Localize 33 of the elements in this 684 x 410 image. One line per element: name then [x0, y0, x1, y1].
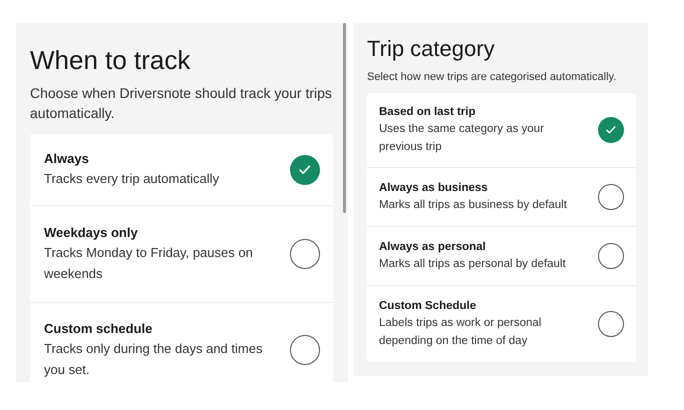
option-label: Weekdays only	[44, 224, 139, 242]
option-row[interactable]: Always as personal Marks all trips as personal by default	[367, 227, 636, 286]
option-description: Uses the same category as your previous trip	[379, 122, 545, 155]
section-title: Trip category	[367, 35, 496, 63]
radio-button[interactable]	[598, 243, 624, 269]
option-description: Tracks Monday to Friday, pauses on weekends	[44, 244, 254, 283]
option-label: Always as business	[379, 181, 489, 196]
option-label: Custom Schedule	[379, 299, 478, 314]
radio-checked-icon[interactable]	[290, 154, 320, 184]
option-description: Marks all trips as business by default	[379, 198, 568, 213]
section-description: Choose when Driversnote should track your trips automatically.	[30, 84, 333, 123]
scrollbar-thumb[interactable]	[343, 23, 346, 213]
option-description: Marks all trips as personal by default	[379, 257, 567, 272]
option-label: Custom schedule	[44, 320, 154, 338]
option-label: Always	[44, 150, 90, 168]
radio-button[interactable]	[290, 239, 320, 269]
radio-button[interactable]	[290, 335, 320, 365]
radio-checked-icon[interactable]	[598, 117, 624, 143]
option-description: Tracks every trip automatically	[44, 170, 220, 188]
option-row[interactable]: Based on last trip Uses the same category as your previous trip	[367, 93, 636, 168]
option-row[interactable]: Always Tracks every trip automatically	[30, 134, 333, 206]
option-description: Labels trips as work or personal depending on the time of day	[379, 316, 542, 349]
radio-button[interactable]	[598, 184, 624, 210]
option-label: Always as personal	[379, 240, 487, 255]
option-row[interactable]: Custom Schedule Labels trips as work or personal depending on the time of day	[367, 286, 636, 362]
option-row[interactable]: Weekdays only Tracks Monday to Friday, pauses on weekends	[30, 206, 333, 303]
option-description: Tracks only during the days and times you set.	[44, 340, 264, 379]
section-title: When to track	[30, 44, 192, 77]
section-description: Select how new trips are categorised automatically.	[367, 70, 618, 85]
option-row[interactable]: Custom schedule Tracks only during the days and times you set.	[30, 303, 333, 397]
option-row[interactable]: Always as business Marks all trips as business by default	[367, 168, 636, 227]
radio-button[interactable]	[598, 311, 624, 337]
option-label: Based on last trip	[379, 105, 476, 120]
